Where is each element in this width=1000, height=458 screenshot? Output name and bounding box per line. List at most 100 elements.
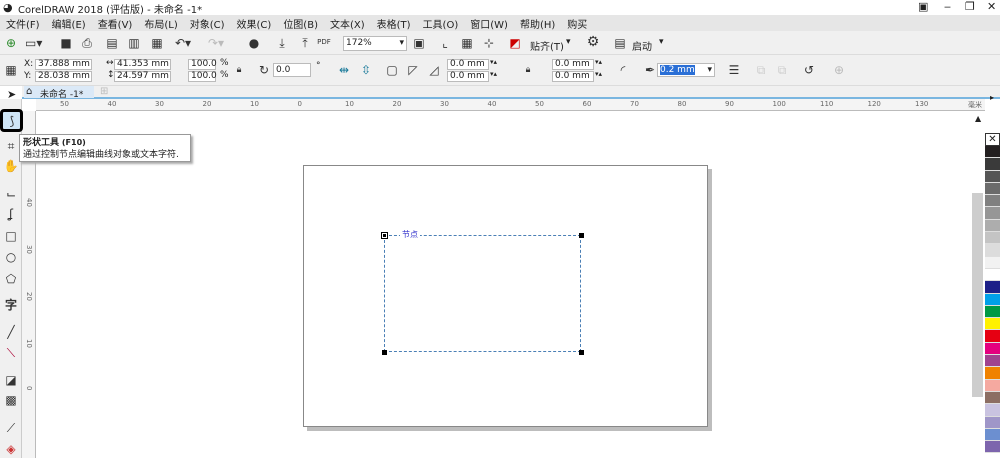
menu-item[interactable]: 帮助(H) xyxy=(514,15,561,31)
color-swatch[interactable] xyxy=(985,232,1000,245)
outline-width-select[interactable]: 0.2 mm ▾ xyxy=(657,63,715,77)
corner-radius-bottom-right[interactable]: 0.0 mm xyxy=(552,71,594,82)
color-swatch[interactable] xyxy=(985,146,1000,159)
spinner-icon[interactable]: ▾▴ xyxy=(490,70,497,78)
rotate-icon[interactable]: ↻ xyxy=(256,63,272,77)
node-handle[interactable] xyxy=(382,350,387,355)
color-swatch[interactable] xyxy=(985,195,1000,208)
freehand-tool-icon[interactable]: ⌙ xyxy=(3,187,19,201)
color-swatch[interactable] xyxy=(985,416,1000,429)
menu-item[interactable]: 表格(T) xyxy=(371,15,417,31)
scale-width-input[interactable]: 100.0 xyxy=(188,59,217,70)
scale-height-input[interactable]: 100.0 xyxy=(188,71,217,82)
no-color-swatch[interactable]: ✕ xyxy=(985,133,1000,146)
account-icon[interactable]: ▣ xyxy=(918,0,928,13)
color-swatch[interactable] xyxy=(985,158,1000,171)
dimension-tool-icon[interactable]: ╱ xyxy=(3,325,19,339)
transparency-icon[interactable]: ▩ xyxy=(3,393,19,407)
menu-item[interactable]: 窗口(W) xyxy=(464,15,514,31)
search-content-icon[interactable]: ● xyxy=(246,36,262,50)
color-swatch[interactable] xyxy=(985,404,1000,417)
launch-dropdown[interactable]: 启动 xyxy=(632,38,652,53)
corner-radius-bottom-left[interactable]: 0.0 mm xyxy=(447,71,489,82)
menu-item[interactable]: 位图(B) xyxy=(277,15,324,31)
drop-shadow-icon[interactable]: ◪ xyxy=(3,373,19,387)
vertical-ruler[interactable]: 50403020100 xyxy=(22,111,36,458)
color-swatch[interactable] xyxy=(985,391,1000,405)
lock-corners-icon[interactable]: 🔒︎ xyxy=(520,63,536,77)
save-icon[interactable]: ■ xyxy=(58,36,74,50)
text-tool-icon[interactable]: 字 xyxy=(3,298,19,312)
chamfered-corner-icon[interactable]: ◿ xyxy=(426,63,442,77)
scroll-up-icon[interactable]: ▲ xyxy=(975,114,981,123)
menu-item[interactable]: 文件(F) xyxy=(0,15,46,31)
export-icon[interactable]: ⤒ xyxy=(297,36,313,50)
to-front-icon[interactable]: ⧉ xyxy=(753,63,769,77)
color-swatch[interactable] xyxy=(985,182,1000,196)
color-swatch[interactable] xyxy=(985,305,1000,319)
menu-item[interactable]: 查看(V) xyxy=(92,15,139,31)
height-input[interactable]: 24.597 mm xyxy=(114,71,171,82)
add-icon[interactable]: ⊕ xyxy=(831,63,847,77)
color-swatch[interactable] xyxy=(985,170,1000,183)
corner-radius-top-left[interactable]: 0.0 mm xyxy=(447,59,489,70)
selected-rectangle[interactable] xyxy=(384,235,581,352)
ellipse-tool-icon[interactable]: ○ xyxy=(3,250,19,264)
fill-tool-icon[interactable]: ◈ xyxy=(3,442,19,456)
import-icon[interactable]: ⤓ xyxy=(274,36,290,50)
color-swatch[interactable] xyxy=(985,367,1000,380)
publish-pdf-icon[interactable]: PDF xyxy=(316,35,332,49)
pan-tool-icon[interactable]: ✋ xyxy=(3,159,19,173)
y-position-input[interactable]: 28.038 mm xyxy=(35,71,92,82)
new-document-icon[interactable]: ⊕ xyxy=(3,36,19,50)
color-swatch[interactable] xyxy=(985,428,1000,442)
color-swatch[interactable] xyxy=(985,379,1000,392)
show-guidelines-icon[interactable]: ⊹ xyxy=(481,36,497,50)
color-swatch[interactable] xyxy=(985,355,1000,368)
color-swatch[interactable] xyxy=(985,207,1000,220)
shape-tool-button[interactable]: ⟆ xyxy=(0,109,23,132)
copy-icon[interactable]: ▥ xyxy=(126,36,142,50)
menu-item[interactable]: 文本(X) xyxy=(324,15,371,31)
to-back-icon[interactable]: ⧉ xyxy=(774,63,790,77)
eyedropper-icon[interactable]: ⟋ xyxy=(3,421,19,435)
node-handle[interactable] xyxy=(579,233,584,238)
tab-document[interactable]: ⌂ 未命名 -1* xyxy=(24,86,94,100)
round-corner-icon[interactable]: ▢ xyxy=(384,63,400,77)
text-wrap-icon[interactable]: ☰ xyxy=(726,63,742,77)
reference-point-icon[interactable]: ▦ xyxy=(3,63,19,77)
menu-item[interactable]: 布局(L) xyxy=(138,15,183,31)
cut-icon[interactable]: ▤ xyxy=(104,36,120,50)
mirror-horizontal-icon[interactable]: ⇹ xyxy=(336,63,352,77)
options-gear-icon[interactable]: ⚙ xyxy=(585,35,601,49)
redo-icon[interactable]: ↷▾ xyxy=(208,36,224,50)
mirror-vertical-icon[interactable]: ⇳ xyxy=(358,63,374,77)
relative-corner-scaling-icon[interactable]: ◜ xyxy=(615,63,631,77)
zoom-level-select[interactable]: 172% ▾ xyxy=(343,36,407,51)
spinner-icon[interactable]: ▾▴ xyxy=(595,70,602,78)
node-handle[interactable] xyxy=(579,350,584,355)
rectangle-tool-icon[interactable]: □ xyxy=(3,229,19,243)
outline-pen-icon[interactable]: ✒ xyxy=(642,63,658,77)
selected-node-handle[interactable] xyxy=(381,232,388,239)
new-tab-icon[interactable]: ⊞ xyxy=(100,86,108,97)
horizontal-ruler[interactable]: 50 40 30 20 10 0 10 20 30 40 50 60 70 80 90 100 110 120 13… xyxy=(36,99,985,111)
close-button[interactable]: ✕ xyxy=(987,0,996,13)
x-position-input[interactable]: 37.888 mm xyxy=(35,59,92,70)
menu-item[interactable]: 工具(O) xyxy=(417,15,465,31)
snap-to-dropdown[interactable]: 贴齐(T) xyxy=(530,38,564,53)
snap-icon[interactable]: ◩ xyxy=(507,36,523,50)
undo-icon[interactable]: ↶▾ xyxy=(175,36,191,50)
launch-icon[interactable]: ▤ xyxy=(612,36,628,50)
connector-tool-icon[interactable]: ⟍ xyxy=(3,346,19,360)
full-screen-icon[interactable]: ▣ xyxy=(411,36,427,50)
chevron-down-icon[interactable]: ▾ xyxy=(659,37,664,47)
scalloped-corner-icon[interactable]: ◸ xyxy=(405,63,421,77)
show-grid-icon[interactable]: ▦ xyxy=(459,36,475,50)
color-swatch[interactable] xyxy=(985,256,1000,269)
polygon-tool-icon[interactable]: ⬠ xyxy=(3,272,19,286)
color-swatch[interactable] xyxy=(985,244,1000,257)
color-swatch[interactable] xyxy=(985,318,1000,331)
rotation-angle-input[interactable]: 0.0 xyxy=(273,63,311,77)
menu-item[interactable]: 购买 xyxy=(561,15,593,31)
